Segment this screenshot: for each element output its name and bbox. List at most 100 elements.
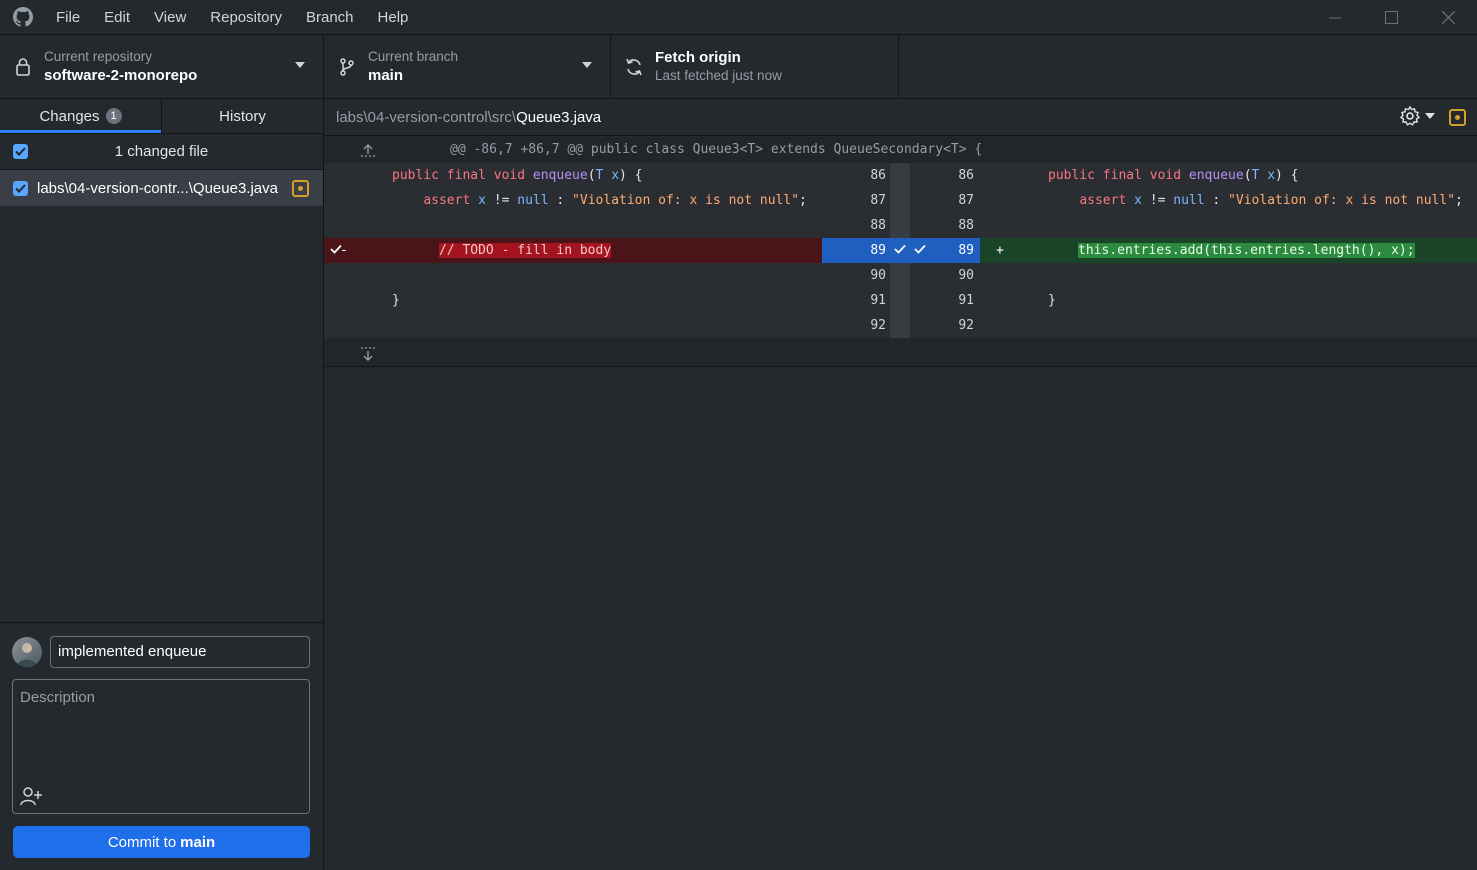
file-modified-icon: [1449, 109, 1466, 126]
caret-down-icon: [582, 62, 592, 68]
new-line-number[interactable]: 90: [910, 263, 980, 288]
commit-button[interactable]: Commit to main: [13, 826, 310, 858]
hunk-header: @@ -86,7 +86,7 @@ public class Queue3<T>…: [324, 137, 1477, 163]
diff-line[interactable]: 92 92: [324, 313, 1477, 338]
old-line-number[interactable]: 87: [822, 188, 890, 213]
sidebar: Changes 1 History 1 changed file labs\04…: [0, 99, 324, 870]
fetch-origin-button[interactable]: Fetch origin Last fetched just now: [611, 35, 899, 98]
deleted-text: // TODO - fill in body: [438, 243, 612, 258]
new-line-number[interactable]: 92: [910, 313, 980, 338]
old-line-number[interactable]: 90: [822, 263, 890, 288]
caret-down-icon: [1425, 113, 1435, 119]
new-line-number[interactable]: 86: [910, 163, 980, 188]
branch-selector[interactable]: Current branch main: [324, 35, 611, 98]
commit-summary-input[interactable]: implemented enqueue: [50, 636, 310, 668]
left-code-line: public final void enqueue(T x) {: [392, 168, 643, 183]
description-placeholder: Description: [20, 689, 96, 706]
split-diff: @@ -86,7 +86,7 @@ public class Queue3<T>…: [324, 137, 1477, 367]
commit-description-field[interactable]: Description: [12, 679, 310, 814]
git-branch-icon: [336, 57, 358, 77]
expand-down-icon: [361, 347, 375, 361]
menu-view[interactable]: View: [142, 0, 198, 35]
addition-marker: +: [996, 243, 1004, 258]
menu-repository[interactable]: Repository: [198, 0, 294, 35]
old-line-number-selected[interactable]: 89: [330, 238, 890, 263]
fetch-status: Last fetched just now: [655, 68, 782, 83]
maximize-icon: [1385, 11, 1398, 24]
changes-header: 1 changed file: [0, 134, 323, 170]
check-icon: [15, 147, 26, 156]
new-line-number[interactable]: 91: [910, 288, 980, 313]
left-code-line: assert x != null : "Violation of: x is n…: [423, 193, 807, 208]
expand-up-button[interactable]: [360, 142, 376, 161]
tab-history[interactable]: History: [161, 99, 323, 133]
diff-line[interactable]: public final void enqueue(T x) { 86 86 p…: [324, 163, 1477, 188]
menu-edit[interactable]: Edit: [92, 0, 142, 35]
old-line-number[interactable]: 88: [822, 213, 890, 238]
menu-file[interactable]: File: [44, 0, 92, 35]
file-path-directory: labs\04-version-control\src\: [336, 108, 517, 126]
menu-help[interactable]: Help: [366, 0, 421, 35]
title-bar: File Edit View Repository Branch Help: [0, 0, 1477, 35]
diff-header: labs\04-version-control\src\ Queue3.java: [324, 99, 1477, 136]
tab-changes-label: Changes: [39, 107, 100, 125]
lock-icon: [12, 57, 34, 77]
old-line-number[interactable]: 86: [822, 163, 890, 188]
diff-settings-button[interactable]: [1399, 105, 1435, 127]
expand-up-icon: [361, 144, 375, 157]
check-icon: [914, 244, 926, 254]
old-line-number[interactable]: 92: [822, 313, 890, 338]
right-code-line: assert x != null : "Violation of: x is n…: [1079, 193, 1463, 208]
tab-history-label: History: [219, 107, 266, 125]
commit-panel: implemented enqueue Description Commit t…: [0, 622, 323, 870]
commit-button-branch: main: [180, 833, 216, 851]
tab-changes[interactable]: Changes 1: [0, 99, 161, 133]
diff-line[interactable]: assert x != null : "Violation of: x is n…: [324, 188, 1477, 213]
left-code-line: }: [392, 293, 400, 308]
close-window-button[interactable]: [1420, 0, 1477, 35]
right-code-line: }: [1048, 293, 1056, 308]
branch-label: Current branch: [368, 49, 459, 64]
file-include-checkbox[interactable]: [13, 180, 28, 196]
toolbar: Current repository software-2-monorepo C…: [0, 35, 1477, 99]
avatar: [12, 637, 42, 667]
person-add-icon: [20, 787, 42, 806]
minimize-icon: [1328, 17, 1341, 18]
gear-icon: [1399, 105, 1421, 126]
right-code-line: this.entries.add(this.entries.length(), …: [1078, 238, 1415, 263]
changed-file-item[interactable]: labs\04-version-contr...\Queue3.java: [0, 170, 323, 206]
new-line-number-selected[interactable]: 89: [910, 238, 980, 263]
fetch-title: Fetch origin: [655, 49, 741, 66]
caret-down-icon: [295, 62, 305, 68]
new-line-number[interactable]: 88: [910, 213, 980, 238]
right-code-line: public final void enqueue(T x) {: [1048, 168, 1299, 183]
add-coauthor-button[interactable]: [19, 785, 43, 807]
sync-icon: [623, 57, 645, 77]
maximize-button[interactable]: [1363, 0, 1420, 35]
new-line-number[interactable]: 87: [910, 188, 980, 213]
check-icon: [894, 244, 906, 254]
minimize-button[interactable]: [1306, 0, 1363, 35]
menu-bar: File Edit View Repository Branch Help: [44, 0, 420, 35]
close-icon: [1442, 11, 1455, 24]
repo-label: Current repository: [44, 49, 153, 64]
expand-down-button[interactable]: [360, 346, 376, 365]
changes-count-badge: 1: [105, 108, 122, 124]
menu-branch[interactable]: Branch: [294, 0, 366, 35]
changed-files-count: 1 changed file: [114, 143, 209, 160]
select-all-checkbox[interactable]: [13, 144, 28, 159]
file-path-name: Queue3.java: [516, 108, 602, 126]
diff-line[interactable]: } 91 91 }: [324, 288, 1477, 313]
diff-line-changed[interactable]: - // TODO - fill in body 89 89 + this.en…: [324, 238, 1477, 263]
repository-selector[interactable]: Current repository software-2-monorepo: [0, 35, 324, 98]
diff-line[interactable]: 90 90: [324, 263, 1477, 288]
old-line-number[interactable]: 91: [822, 288, 890, 313]
window-controls: [1306, 0, 1477, 35]
added-text: this.entries.add(this.entries.length(), …: [1078, 243, 1415, 258]
branch-name: main: [368, 67, 404, 84]
diff-view: labs\04-version-control\src\ Queue3.java…: [324, 99, 1477, 870]
github-logo-icon: [12, 6, 34, 28]
sidebar-tabs: Changes 1 History: [0, 99, 323, 134]
diff-line[interactable]: 88 88: [324, 213, 1477, 238]
hunk-select-handle[interactable]: [890, 238, 910, 263]
